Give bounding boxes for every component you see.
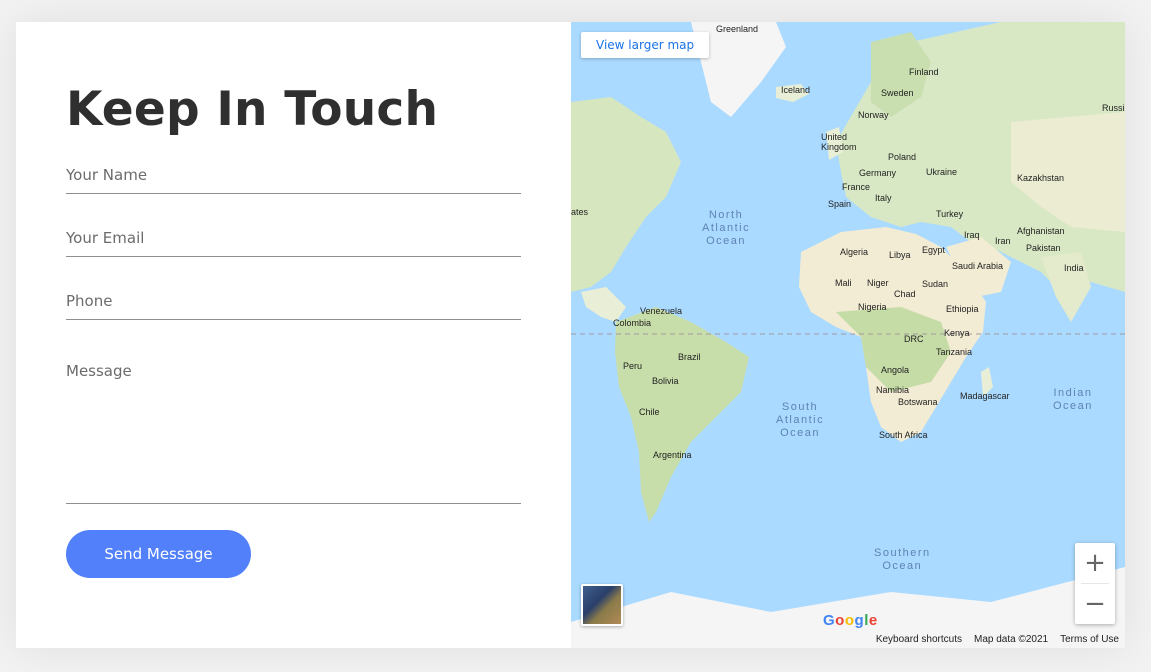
map-label-greenland: Greenland <box>716 24 759 34</box>
ocean-label-southern: Southern Ocean <box>874 547 931 572</box>
map-footer: Keyboard shortcuts Map data ©2021 Terms … <box>869 632 1125 648</box>
name-field[interactable] <box>66 166 521 184</box>
map-label-afghanistan: Afghanistan <box>1017 226 1065 236</box>
map-label-drc: DRC <box>904 334 924 344</box>
map-label-libya: Libya <box>889 250 911 260</box>
map-label-iceland: Iceland <box>781 85 811 95</box>
map-label-chad: Chad <box>894 289 916 299</box>
map-label-sweden: Sweden <box>881 88 914 98</box>
map-data-attribution: Map data ©2021 <box>974 634 1049 645</box>
embedded-map[interactable]: View larger map Greenland Iceland Finlan… <box>571 22 1125 648</box>
map-label-madagascar: Madagascar <box>960 391 1010 401</box>
map-label-egypt: Egypt <box>922 245 946 255</box>
phone-field[interactable] <box>66 292 521 310</box>
zoom-control: + − <box>1075 543 1115 624</box>
map-label-south-africa: South Africa <box>879 430 928 440</box>
map-label-sudan: Sudan <box>922 279 949 289</box>
zoom-in-button[interactable]: + <box>1075 543 1115 583</box>
map-label-spain: Spain <box>828 199 852 209</box>
map-label-chile: Chile <box>639 407 660 417</box>
map-label-norway: Norway <box>858 110 889 120</box>
map-label-germany: Germany <box>859 168 897 178</box>
email-field[interactable] <box>66 229 521 247</box>
terms-of-use-link[interactable]: Terms of Use <box>1060 634 1119 648</box>
map-label-iran: Iran <box>995 236 1011 246</box>
map-label-france: France <box>842 182 871 192</box>
ocean-label-south-atlantic: South Atlantic Ocean <box>776 401 825 439</box>
map-label-peru: Peru <box>623 361 643 371</box>
map-label-niger: Niger <box>867 278 889 288</box>
map-label-pakistan: Pakistan <box>1026 243 1061 253</box>
view-larger-map-link[interactable]: View larger map <box>581 32 710 58</box>
map-label-russia: Russi <box>1102 103 1125 113</box>
zoom-out-button[interactable]: − <box>1075 584 1115 624</box>
map-label-namibia: Namibia <box>876 385 910 395</box>
satellite-toggle-thumbnail[interactable] <box>581 584 623 626</box>
name-field-wrapper <box>66 165 521 194</box>
contact-form: Keep In Touch Send Message <box>16 22 571 648</box>
map-label-states: ates <box>571 207 589 217</box>
world-map-graphic <box>571 22 1125 648</box>
map-label-kenya: Kenya <box>944 328 970 338</box>
map-label-mali: Mali <box>835 278 852 288</box>
map-label-algeria: Algeria <box>840 247 869 257</box>
ocean-label-indian: Indian Ocean <box>1053 387 1093 412</box>
map-label-kazakhstan: Kazakhstan <box>1017 173 1065 183</box>
phone-field-wrapper <box>66 291 521 320</box>
map-label-finland: Finland <box>909 67 939 77</box>
message-field-wrapper <box>66 362 521 504</box>
map-label-turkey: Turkey <box>936 209 964 219</box>
map-label-nigeria: Nigeria <box>858 302 887 312</box>
ocean-label-north-atlantic: North Atlantic Ocean <box>702 209 751 247</box>
map-label-botswana: Botswana <box>898 397 938 407</box>
map-label-india: India <box>1064 263 1084 273</box>
map-label-ethiopia: Ethiopia <box>946 304 979 314</box>
map-label-bolivia: Bolivia <box>652 376 679 386</box>
google-logo: Google <box>823 612 878 629</box>
map-label-venezuela: Venezuela <box>640 306 683 316</box>
map-label-argentina: Argentina <box>653 450 692 460</box>
message-field[interactable] <box>66 362 521 502</box>
map-label-brazil: Brazil <box>678 352 701 362</box>
map-label-ukraine: Ukraine <box>926 167 958 177</box>
keyboard-shortcuts-link[interactable]: Keyboard shortcuts <box>876 634 962 648</box>
send-message-button[interactable]: Send Message <box>66 530 251 578</box>
map-label-italy: Italy <box>875 193 892 203</box>
map-label-tanzania: Tanzania <box>936 347 973 357</box>
map-label-poland: Poland <box>888 152 917 162</box>
email-field-wrapper <box>66 228 521 257</box>
page-title: Keep In Touch <box>66 82 439 137</box>
map-label-uk: United Kingdom <box>821 132 857 152</box>
map-label-angola: Angola <box>881 365 910 375</box>
contact-card: Keep In Touch Send Message <box>16 22 1125 648</box>
map-label-iraq: Iraq <box>964 230 980 240</box>
map-label-saudi-arabia: Saudi Arabia <box>952 261 1004 271</box>
map-label-colombia: Colombia <box>613 318 652 328</box>
